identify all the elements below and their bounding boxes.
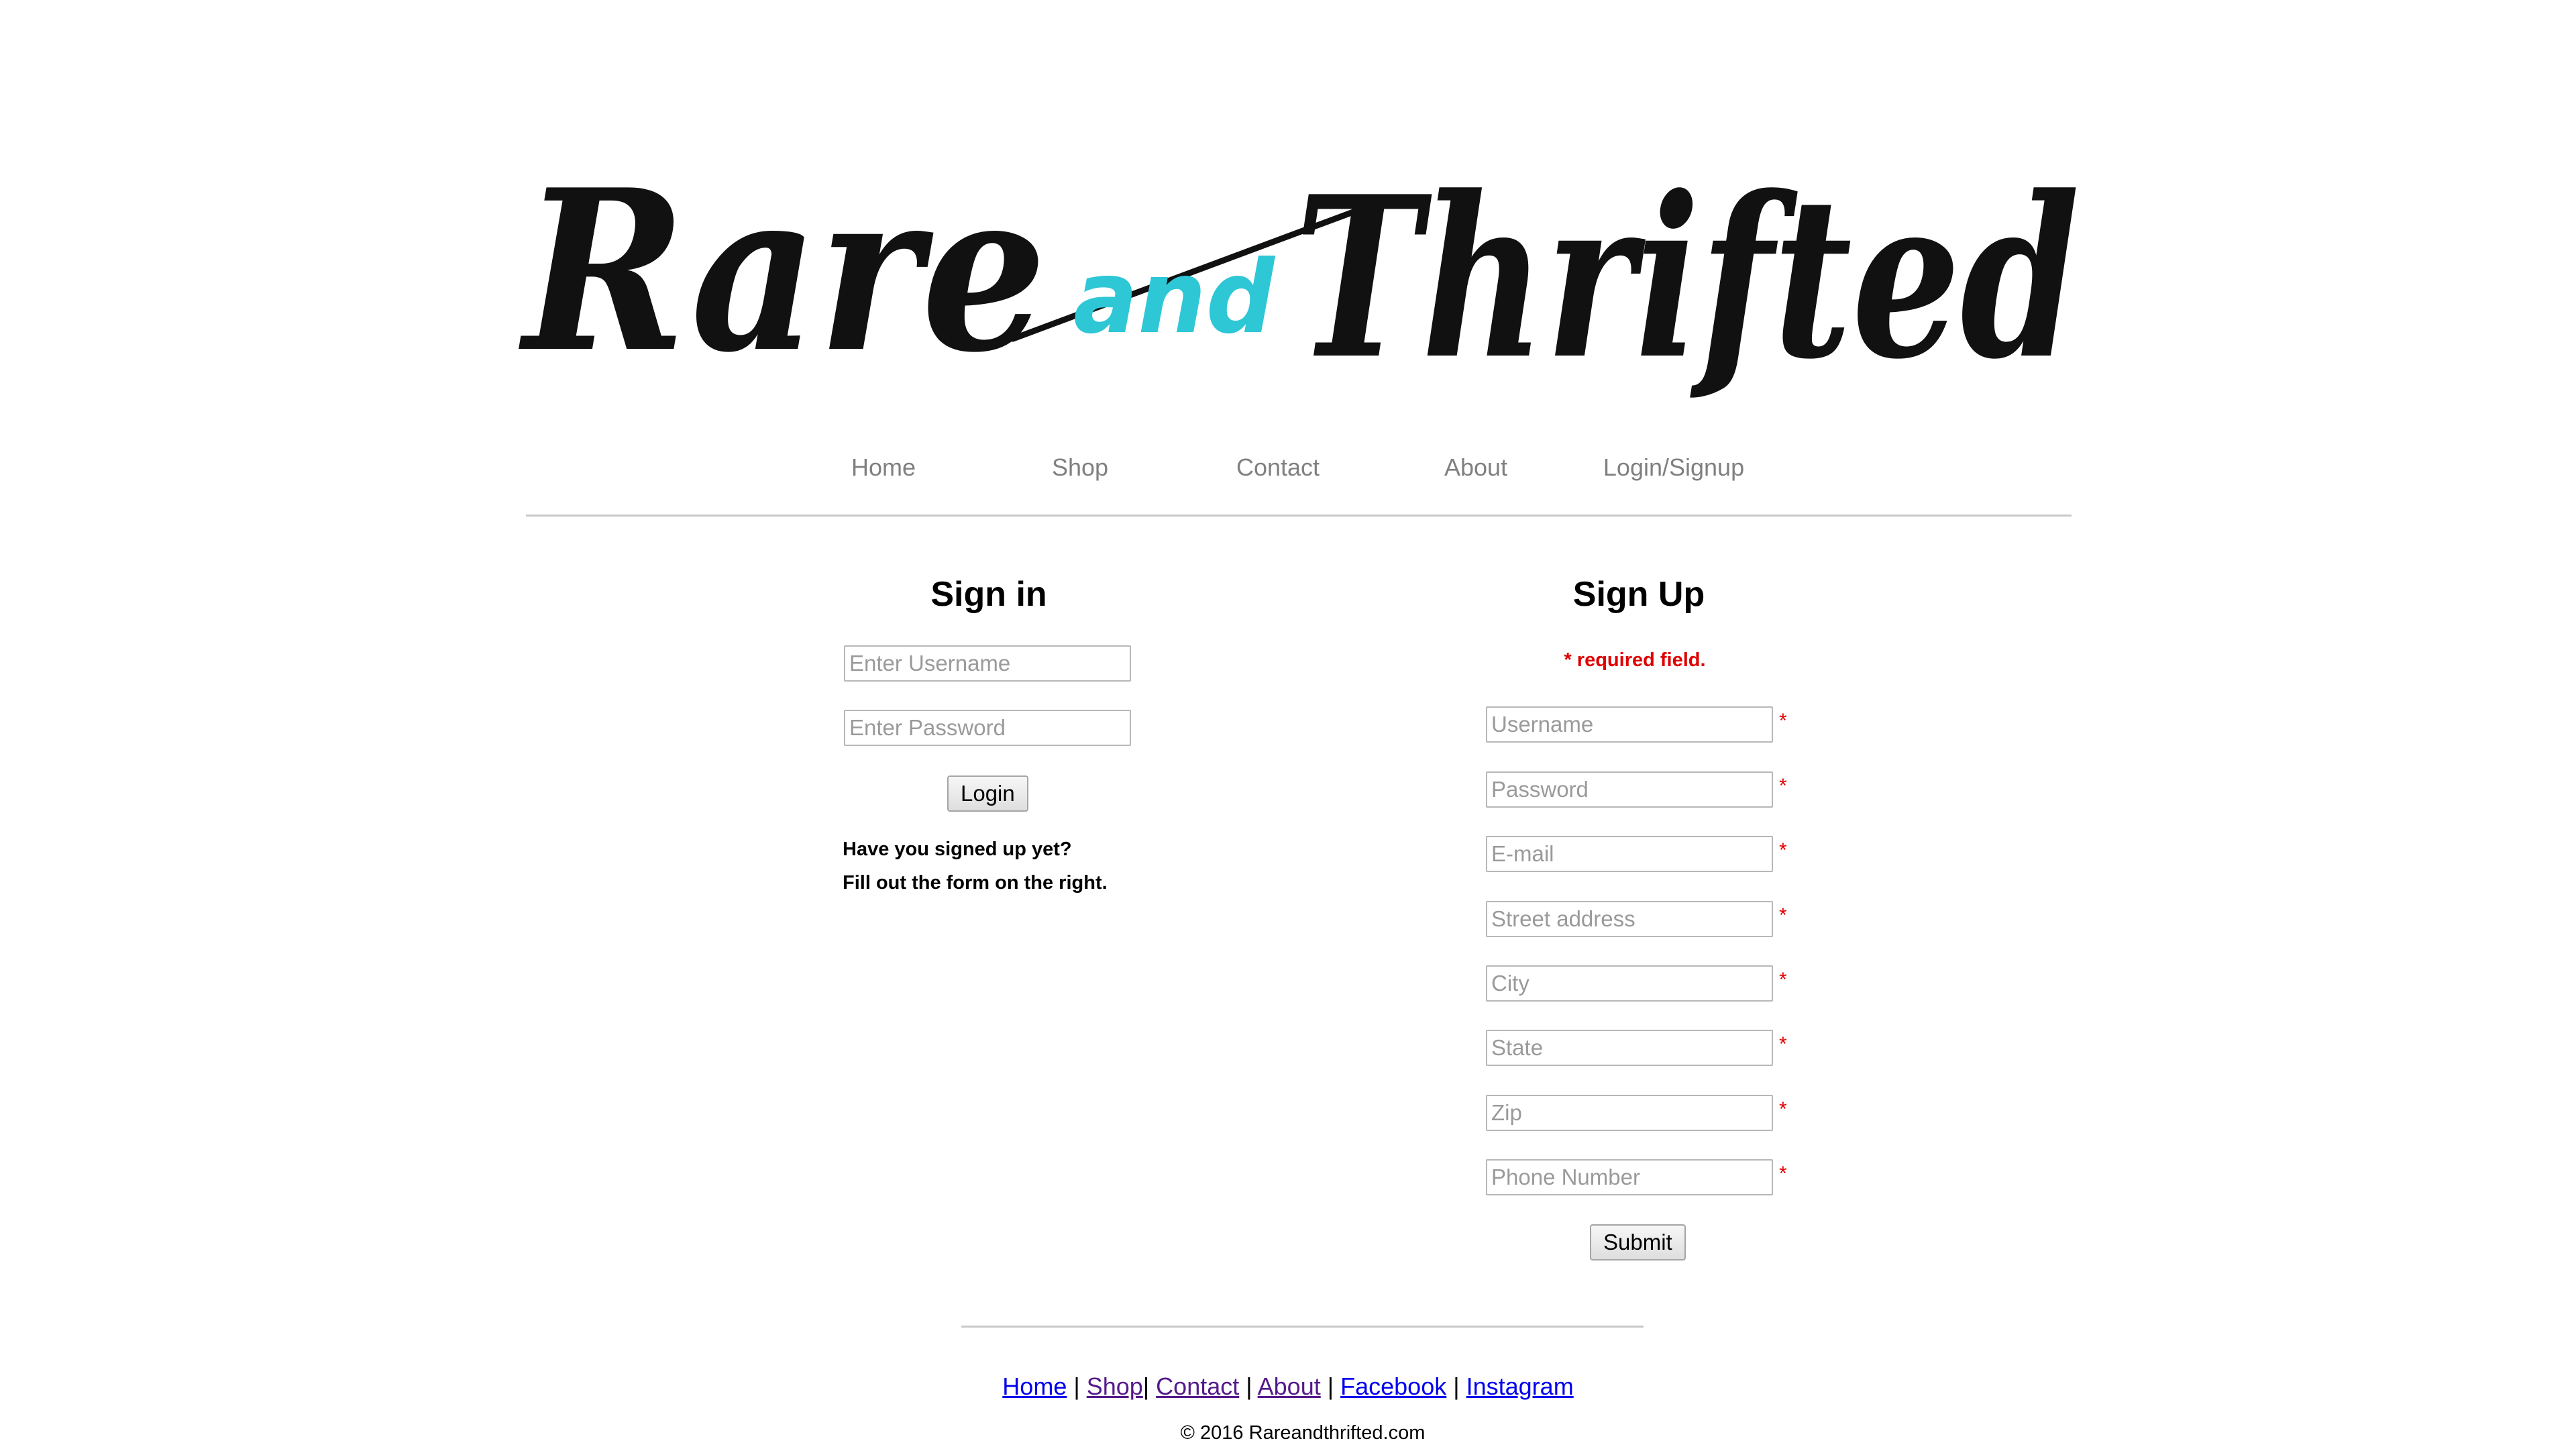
footer-divider <box>961 1326 1644 1328</box>
page: Rare and Thrifted Home Shop Contact Abou… <box>0 0 2576 1449</box>
required-marker: * <box>1779 1098 1787 1120</box>
signin-note-line2: Fill out the form on the right. <box>843 872 1108 894</box>
footer-link-contact[interactable]: Contact <box>1156 1373 1239 1400</box>
signin-title: Sign in <box>930 575 1047 614</box>
footer-link-instagram[interactable]: Instagram <box>1466 1373 1574 1400</box>
submit-button[interactable]: Submit <box>1590 1224 1686 1260</box>
footer-separator: | <box>1453 1373 1460 1400</box>
footer-links: Home | Shop| Contact | About | Facebook … <box>1002 1373 1573 1401</box>
footer-separator: | <box>1327 1373 1334 1400</box>
footer-separator: | <box>1142 1373 1150 1400</box>
signin-note-line1: Have you signed up yet? <box>843 839 1072 860</box>
signup-state-input[interactable] <box>1486 1030 1773 1066</box>
login-button[interactable]: Login <box>947 775 1028 812</box>
signup-phone-input[interactable] <box>1486 1159 1773 1195</box>
required-marker: * <box>1779 904 1787 926</box>
footer-link-shop[interactable]: Shop <box>1087 1373 1143 1400</box>
footer-link-facebook[interactable]: Facebook <box>1340 1373 1446 1400</box>
main-nav: Home Shop Contact About Login/Signup <box>0 453 2576 494</box>
required-marker: * <box>1779 969 1787 991</box>
logo-image: Rare and Thrifted <box>517 141 2080 408</box>
logo-word-and: and <box>1073 239 1276 356</box>
required-marker: * <box>1779 839 1787 861</box>
signup-password-input[interactable] <box>1486 771 1773 808</box>
nav-divider <box>526 515 2072 517</box>
footer-separator: | <box>1073 1373 1080 1400</box>
footer-link-about[interactable]: About <box>1258 1373 1321 1400</box>
nav-about[interactable]: About <box>1444 453 1507 482</box>
nav-shop[interactable]: Shop <box>1052 453 1108 482</box>
logo-word-rare: Rare <box>517 141 1046 401</box>
required-marker: * <box>1779 710 1787 732</box>
footer-link-home[interactable]: Home <box>1002 1373 1067 1400</box>
required-field-note: * required field. <box>1564 649 1706 671</box>
site-logo[interactable]: Rare and Thrifted <box>517 74 2086 409</box>
required-marker: * <box>1779 1163 1787 1185</box>
copyright-text: © 2016 Rareandthrifted.com <box>1180 1422 1426 1444</box>
signup-title: Sign Up <box>1572 575 1705 614</box>
signup-email-input[interactable] <box>1486 836 1773 872</box>
signup-zip-input[interactable] <box>1486 1095 1773 1131</box>
nav-home[interactable]: Home <box>851 453 916 482</box>
signup-username-input[interactable] <box>1486 706 1773 743</box>
nav-contact[interactable]: Contact <box>1236 453 1320 482</box>
signup-street-input[interactable] <box>1486 901 1773 937</box>
signup-city-input[interactable] <box>1486 965 1773 1002</box>
logo-word-thrifted: Thrifted <box>1295 148 2080 408</box>
signin-password-input[interactable] <box>844 710 1131 746</box>
footer-separator: | <box>1246 1373 1252 1400</box>
signin-username-input[interactable] <box>844 645 1131 682</box>
required-marker: * <box>1779 1033 1787 1055</box>
nav-login-signup[interactable]: Login/Signup <box>1603 453 1744 482</box>
required-marker: * <box>1779 775 1787 797</box>
